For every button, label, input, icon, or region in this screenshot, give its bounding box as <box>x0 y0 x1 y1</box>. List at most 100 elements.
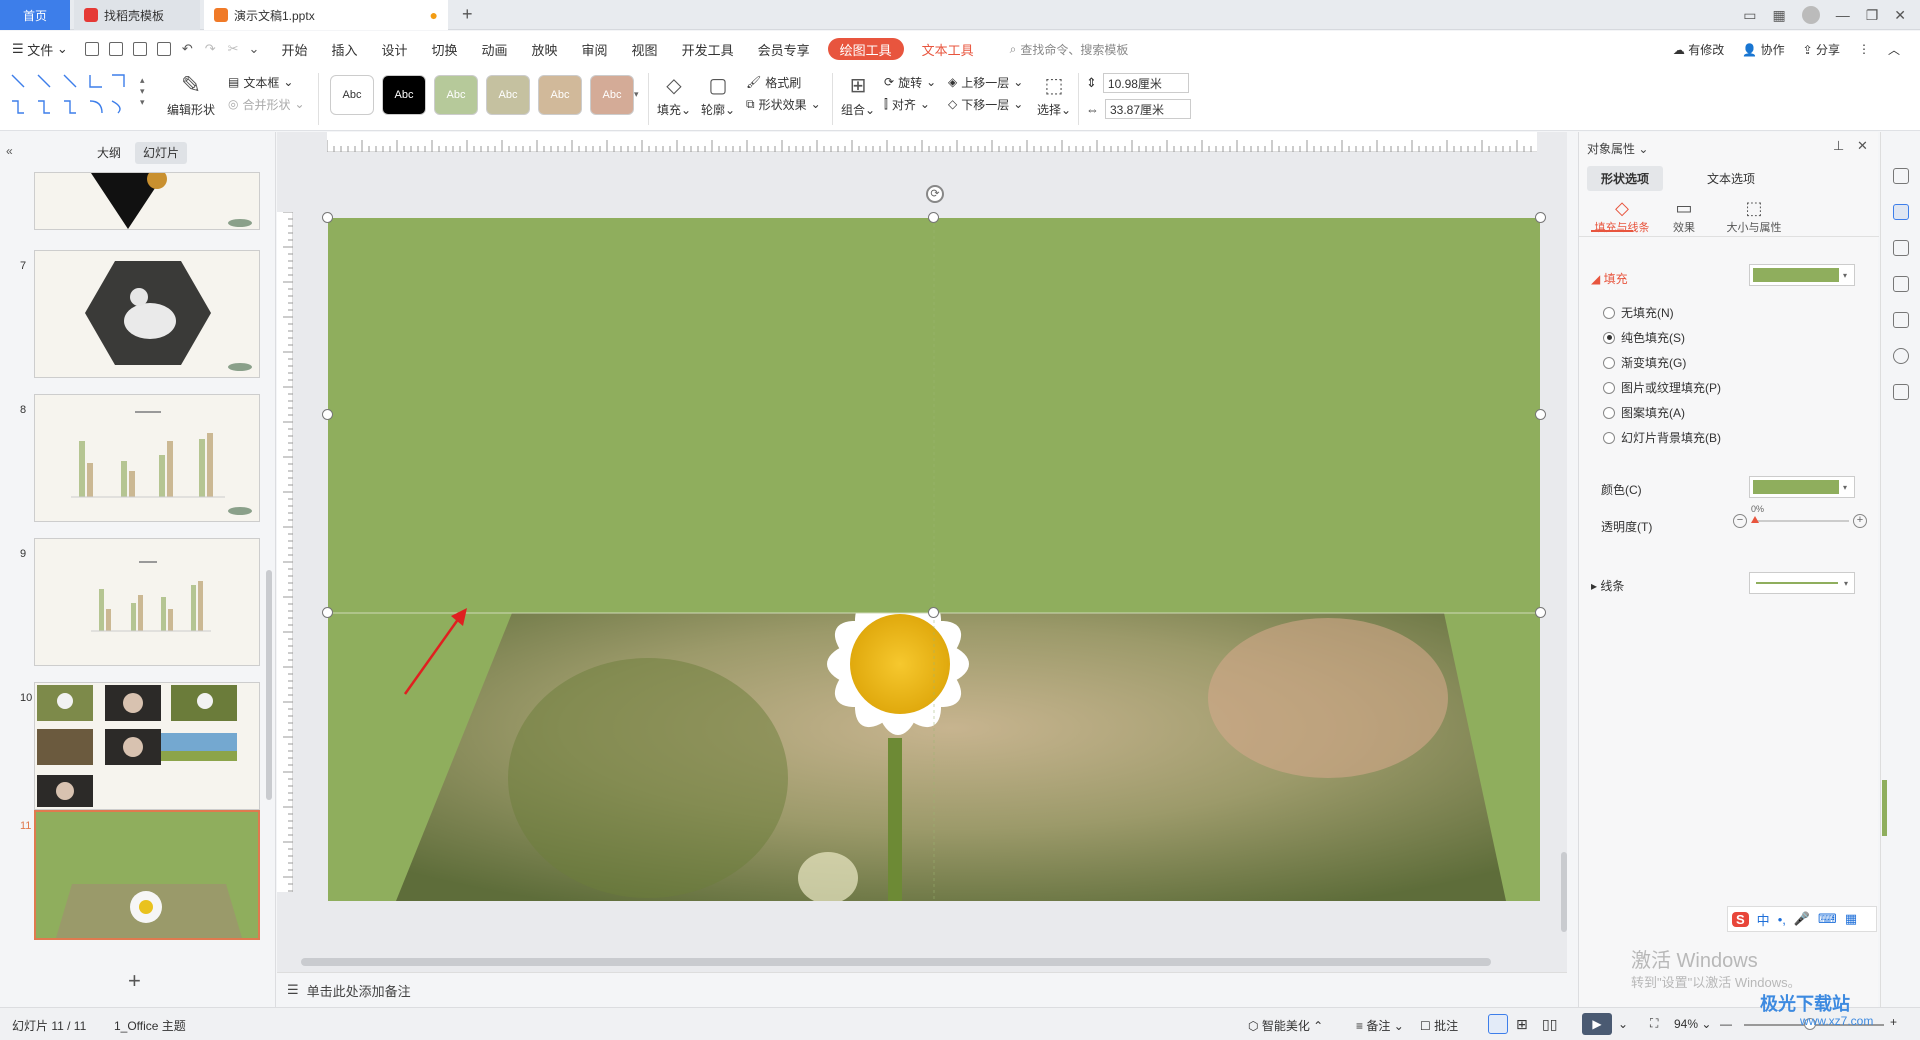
theme-name[interactable]: 1_Office 主题 <box>114 1017 186 1034</box>
clear-format-icon[interactable]: ✂ <box>228 41 239 57</box>
shape-style-swatch[interactable]: Abc <box>486 75 530 115</box>
plus-icon[interactable]: + <box>1853 514 1867 528</box>
shape-effect-button[interactable]: ⧉ 形状效果 ⌄ <box>746 93 836 115</box>
fill-button[interactable]: ◇ 填充⌄ <box>654 71 694 127</box>
menu-drawing-tools[interactable]: 绘图工具 <box>827 38 904 60</box>
fit-window-icon[interactable]: ⛶ <box>1650 1016 1658 1031</box>
shape-style-swatch[interactable]: Abc <box>590 75 634 115</box>
apps-grid-icon[interactable]: ▦ <box>1772 7 1785 24</box>
avatar[interactable] <box>1801 6 1820 24</box>
radio-slide-bg-fill[interactable]: 幻灯片背景填充(B) <box>1603 429 1721 446</box>
edit-shape-button[interactable]: ✎ 编辑形状 <box>160 71 222 127</box>
radio-gradient-fill[interactable]: 渐变填充(G) <box>1603 354 1686 371</box>
color-dropdown[interactable]: ▾ <box>1749 476 1855 498</box>
radio-solid-fill[interactable]: 纯色填充(S) <box>1603 329 1685 346</box>
height-input[interactable]: 10.98厘米 <box>1102 73 1189 93</box>
slide-thumbnail-9[interactable] <box>34 538 260 666</box>
slide-thumbnail-6[interactable] <box>34 172 260 230</box>
resize-handle-ne[interactable] <box>1535 212 1546 223</box>
slider-thumb[interactable] <box>1751 516 1759 523</box>
radio-pattern-fill[interactable]: 图案填充(A) <box>1603 404 1685 421</box>
normal-view-icon[interactable] <box>1488 1014 1508 1034</box>
share-button[interactable]: ⇪ 分享 <box>1803 41 1840 58</box>
select-button[interactable]: ⬚ 选择⌄ <box>1034 71 1074 127</box>
resize-handle-sw[interactable] <box>322 607 333 618</box>
line-section-header[interactable]: ▸ 线条 <box>1591 577 1624 594</box>
slide-thumbnail-10[interactable] <box>34 682 260 810</box>
shape-style-swatch[interactable]: Abc <box>434 75 478 115</box>
tab-text-options[interactable]: 文本选项 <box>1693 166 1769 191</box>
menu-view[interactable]: 视图 <box>620 31 670 67</box>
more-icon[interactable]: ⋮ <box>1858 42 1870 56</box>
notes-toggle-button[interactable]: ≡ 备注 ⌄ <box>1356 1017 1404 1034</box>
minus-icon[interactable]: − <box>1733 514 1747 528</box>
resize-handle-e[interactable] <box>1535 409 1546 420</box>
play-options-icon[interactable]: ⌄ <box>1618 1017 1628 1031</box>
comments-button[interactable]: ☐ 批注 <box>1420 1017 1458 1034</box>
shape-style-swatch[interactable]: Abc <box>382 75 426 115</box>
more-chevron-icon[interactable]: ⌄ <box>249 41 260 57</box>
smart-beautify-button[interactable]: ⬡ 智能美化 ⌃ <box>1248 1017 1323 1034</box>
play-slideshow-button[interactable]: ▶ <box>1582 1013 1612 1035</box>
transparency-slider[interactable] <box>1753 520 1849 522</box>
fill-section-header[interactable]: ◢ 填充 <box>1591 270 1628 287</box>
minimize-icon[interactable]: — <box>1836 7 1850 23</box>
modified-button[interactable]: ☁ 有修改 <box>1673 41 1724 58</box>
h-scroll-thumb[interactable] <box>301 958 1491 966</box>
command-search[interactable]: ⌕ 查找命令、搜索模板 <box>1010 41 1129 58</box>
radio-no-fill[interactable]: 无填充(N) <box>1603 304 1674 321</box>
rotate-handle-icon[interactable]: ⟳ <box>926 185 944 203</box>
notes-bar[interactable]: ☰ 单击此处添加备注 <box>277 972 1567 1007</box>
tab-template[interactable]: 找稻壳模板 <box>74 0 200 30</box>
resize-handle-nw[interactable] <box>322 212 333 223</box>
add-slide-button[interactable]: + <box>128 968 141 994</box>
outline-button[interactable]: ▢ 轮廓⌄ <box>698 71 738 127</box>
zoom-dropdown[interactable]: 94% ⌄ <box>1674 1017 1711 1031</box>
resize-handle-s[interactable] <box>928 607 939 618</box>
location-icon[interactable] <box>1893 348 1909 364</box>
current-slide[interactable] <box>328 218 1540 901</box>
file-menu[interactable]: ☰ 文件 ⌄ <box>0 31 80 67</box>
preview-icon[interactable] <box>156 42 171 56</box>
shape-style-swatch[interactable]: Abc <box>538 75 582 115</box>
style-more-icon[interactable]: ▾ <box>634 89 639 100</box>
menu-text-tools[interactable]: 文本工具 <box>910 31 986 67</box>
pin-icon[interactable]: ⊥ <box>1833 138 1844 154</box>
connector-shapes-icon[interactable] <box>8 71 138 121</box>
menu-start[interactable]: 开始 <box>269 31 319 67</box>
resize-handle-w[interactable] <box>322 409 333 420</box>
menu-member[interactable]: 会员专享 <box>746 31 822 67</box>
resize-handle-n[interactable] <box>928 212 939 223</box>
merge-shape-button[interactable]: ◎ 合并形状 ⌄ <box>228 93 312 115</box>
horizontal-scrollbar[interactable] <box>287 958 1557 966</box>
vertical-scrollbar[interactable] <box>1561 152 1567 972</box>
redo-icon[interactable]: ↷ <box>205 41 216 57</box>
tab-outline[interactable]: 大纲 <box>89 142 129 164</box>
tab-slides[interactable]: 幻灯片 <box>135 142 188 164</box>
bring-forward-button[interactable]: ◈ 上移一层 ⌄ <box>948 71 1038 93</box>
scroll-thumb[interactable] <box>1561 852 1567 932</box>
copy-icon[interactable] <box>1893 276 1909 292</box>
textbox-button[interactable]: ▤ 文本框 ⌄ <box>228 71 312 93</box>
panel-title[interactable]: 对象属性 ⌄ <box>1587 140 1648 157</box>
collaborate-button[interactable]: 👤 协作 <box>1742 41 1784 58</box>
book-icon[interactable] <box>1893 384 1909 400</box>
slide-thumbnail-7[interactable] <box>34 250 260 378</box>
tab-shape-options[interactable]: 形状选项 <box>1587 166 1664 191</box>
zoom-out-icon[interactable]: — <box>1720 1017 1732 1031</box>
magic-icon[interactable] <box>1893 168 1909 184</box>
green-rectangle-shape[interactable] <box>328 218 1540 613</box>
ime-toolbar[interactable]: S 中 •, 🎤 ⌨ ▦ <box>1727 906 1877 932</box>
align-button[interactable]: ⫿ 对齐 ⌄ <box>884 93 944 115</box>
send-backward-button[interactable]: ◇ 下移一层 ⌄ <box>948 93 1038 115</box>
menu-review[interactable]: 审阅 <box>570 31 620 67</box>
subtab-size[interactable]: ⬚ 大小与属性 <box>1719 198 1789 235</box>
width-input[interactable]: 33.87厘米 <box>1105 99 1191 119</box>
format-painter-button[interactable]: 🖌 格式刷 <box>746 71 836 93</box>
menu-insert[interactable]: 插入 <box>319 31 369 67</box>
close-icon[interactable]: ✕ <box>1894 7 1906 24</box>
radio-picture-fill[interactable]: 图片或纹理填充(P) <box>1603 379 1721 396</box>
menu-developer[interactable]: 开发工具 <box>670 31 746 67</box>
collapse-ribbon-icon[interactable]: ︿ <box>1888 41 1900 58</box>
zoom-in-icon[interactable]: + <box>1890 1015 1897 1029</box>
